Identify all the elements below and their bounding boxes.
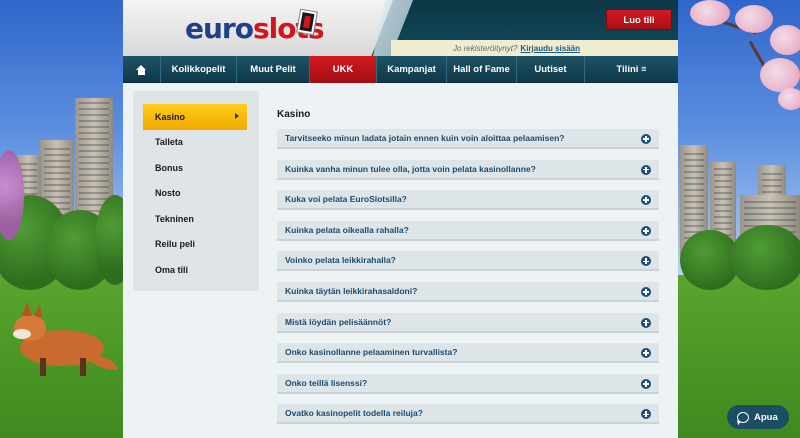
site-header: euroslots Luo tili Jo rekisteröitynyt? K…: [123, 0, 678, 56]
faq-question[interactable]: Kuinka täytän leikkirahasaldoni?: [277, 281, 659, 302]
faq-question-text: Ovatko kasinopelit todella reiluja?: [285, 408, 423, 419]
sidebar-item-label: Talleta: [155, 137, 183, 148]
nav-item-kolikkopelit[interactable]: Kolikkopelit: [161, 56, 237, 83]
nav-item-kampanjat[interactable]: Kampanjat: [377, 56, 447, 83]
faq-question-text: Kuinka täytän leikkirahasaldoni?: [285, 285, 418, 296]
faq-question[interactable]: Mistä löydän pelisäännöt?: [277, 312, 659, 333]
expand-plus-icon[interactable]: [641, 378, 651, 389]
content-area: Kasino Talleta Bonus Nosto Tekninen Reil…: [123, 83, 678, 438]
sidebar-item-oma-tili[interactable]: Oma tili: [143, 257, 247, 283]
sidebar-item-label: Tekninen: [155, 213, 194, 224]
sidebar-item-talleta[interactable]: Talleta: [143, 130, 247, 156]
faq-question-text: Voinko pelata leikkirahalla?: [285, 255, 396, 266]
nav-item-uutiset[interactable]: Uutiset: [517, 56, 585, 83]
faq-question[interactable]: Kuinka pelata oikealla rahalla?: [277, 220, 659, 241]
fox-illustration: [13, 302, 118, 376]
expand-plus-icon[interactable]: [641, 286, 651, 297]
expand-plus-icon[interactable]: [641, 225, 651, 236]
logo-text-euro: euro: [185, 12, 254, 45]
expand-plus-icon[interactable]: [641, 164, 651, 175]
faq-question[interactable]: Tarvitseeko minun ladata jotain ennen ku…: [277, 129, 659, 149]
sidebar-item-label: Kasino: [155, 111, 186, 122]
expand-plus-icon[interactable]: [641, 256, 651, 267]
expand-plus-icon[interactable]: [641, 317, 651, 328]
sidebar-item-reilu-peli[interactable]: Reilu peli: [143, 232, 247, 258]
sidebar-item-tekninen[interactable]: Tekninen: [143, 206, 247, 232]
chevron-right-icon: [235, 113, 239, 119]
sidebar-item-bonus[interactable]: Bonus: [143, 155, 247, 181]
expand-plus-icon[interactable]: [641, 348, 651, 359]
faq-question-text: Kuka voi pelata EuroSlotsilla?: [285, 194, 407, 205]
nav-home[interactable]: [123, 56, 161, 83]
faq-question[interactable]: Ovatko kasinopelit todella reiluja?: [277, 404, 659, 425]
site-container: euroslots Luo tili Jo rekisteröitynyt? K…: [123, 0, 678, 438]
nav-item-ukk[interactable]: UKK: [310, 56, 377, 83]
faq-question-text: Kuinka vanha minun tulee olla, jotta voi…: [285, 163, 536, 174]
expand-plus-icon[interactable]: [641, 134, 651, 144]
faq-section: Kasino Tarvitseeko minun ladata jotain e…: [277, 109, 659, 435]
faq-question-text: Onko teillä lisenssi?: [285, 377, 368, 388]
nav-item-hall-of-fame[interactable]: Hall of Fame: [447, 56, 517, 83]
faq-question[interactable]: Voinko pelata leikkirahalla?: [277, 251, 659, 272]
faq-question[interactable]: Kuka voi pelata EuroSlotsilla?: [277, 190, 659, 211]
sidebar-item-nosto[interactable]: Nosto: [143, 181, 247, 207]
sidebar-item-kasino[interactable]: Kasino: [143, 104, 247, 130]
main-nav: Kolikkopelit Muut Pelit UKK Kampanjat Ha…: [123, 56, 678, 83]
nav-item-muut-pelit[interactable]: Muut Pelit: [237, 56, 310, 83]
faq-question[interactable]: Kuinka vanha minun tulee olla, jotta voi…: [277, 159, 659, 180]
nav-item-account-menu[interactable]: Tilini ≡: [585, 56, 678, 83]
chat-icon: [737, 411, 749, 423]
faq-section-title: Kasino: [277, 109, 311, 120]
sidebar-item-label: Oma tili: [155, 264, 189, 275]
help-label: Apua: [754, 411, 778, 423]
login-link[interactable]: Kirjaudu sisään: [520, 44, 580, 53]
faq-question-text: Tarvitseeko minun ladata jotain ennen ku…: [285, 133, 565, 143]
login-prompt: Jo rekisteröitynyt?: [452, 43, 518, 53]
expand-plus-icon[interactable]: [641, 195, 651, 206]
login-strip: Jo rekisteröitynyt? Kirjaudu sisään: [391, 40, 678, 56]
faq-question[interactable]: Onko kasinollanne pelaaminen turvallista…: [277, 343, 659, 364]
sidebar-item-label: Reilu peli: [155, 239, 196, 250]
faq-question-text: Onko kasinollanne pelaaminen turvallista…: [285, 347, 458, 358]
sidebar-item-label: Bonus: [155, 162, 183, 173]
help-chat-button[interactable]: Apua: [727, 405, 789, 429]
faq-question-text: Kuinka pelata oikealla rahalla?: [285, 224, 409, 235]
expand-plus-icon[interactable]: [641, 409, 651, 420]
home-icon: [136, 64, 147, 75]
create-account-button[interactable]: Luo tili: [606, 9, 672, 30]
sidebar-item-label: Nosto: [155, 188, 181, 199]
faq-category-sidebar: Kasino Talleta Bonus Nosto Tekninen Reil…: [133, 91, 259, 291]
faq-question-text: Mistä löydän pelisäännöt?: [285, 316, 392, 327]
faq-question[interactable]: Onko teillä lisenssi?: [277, 373, 659, 394]
